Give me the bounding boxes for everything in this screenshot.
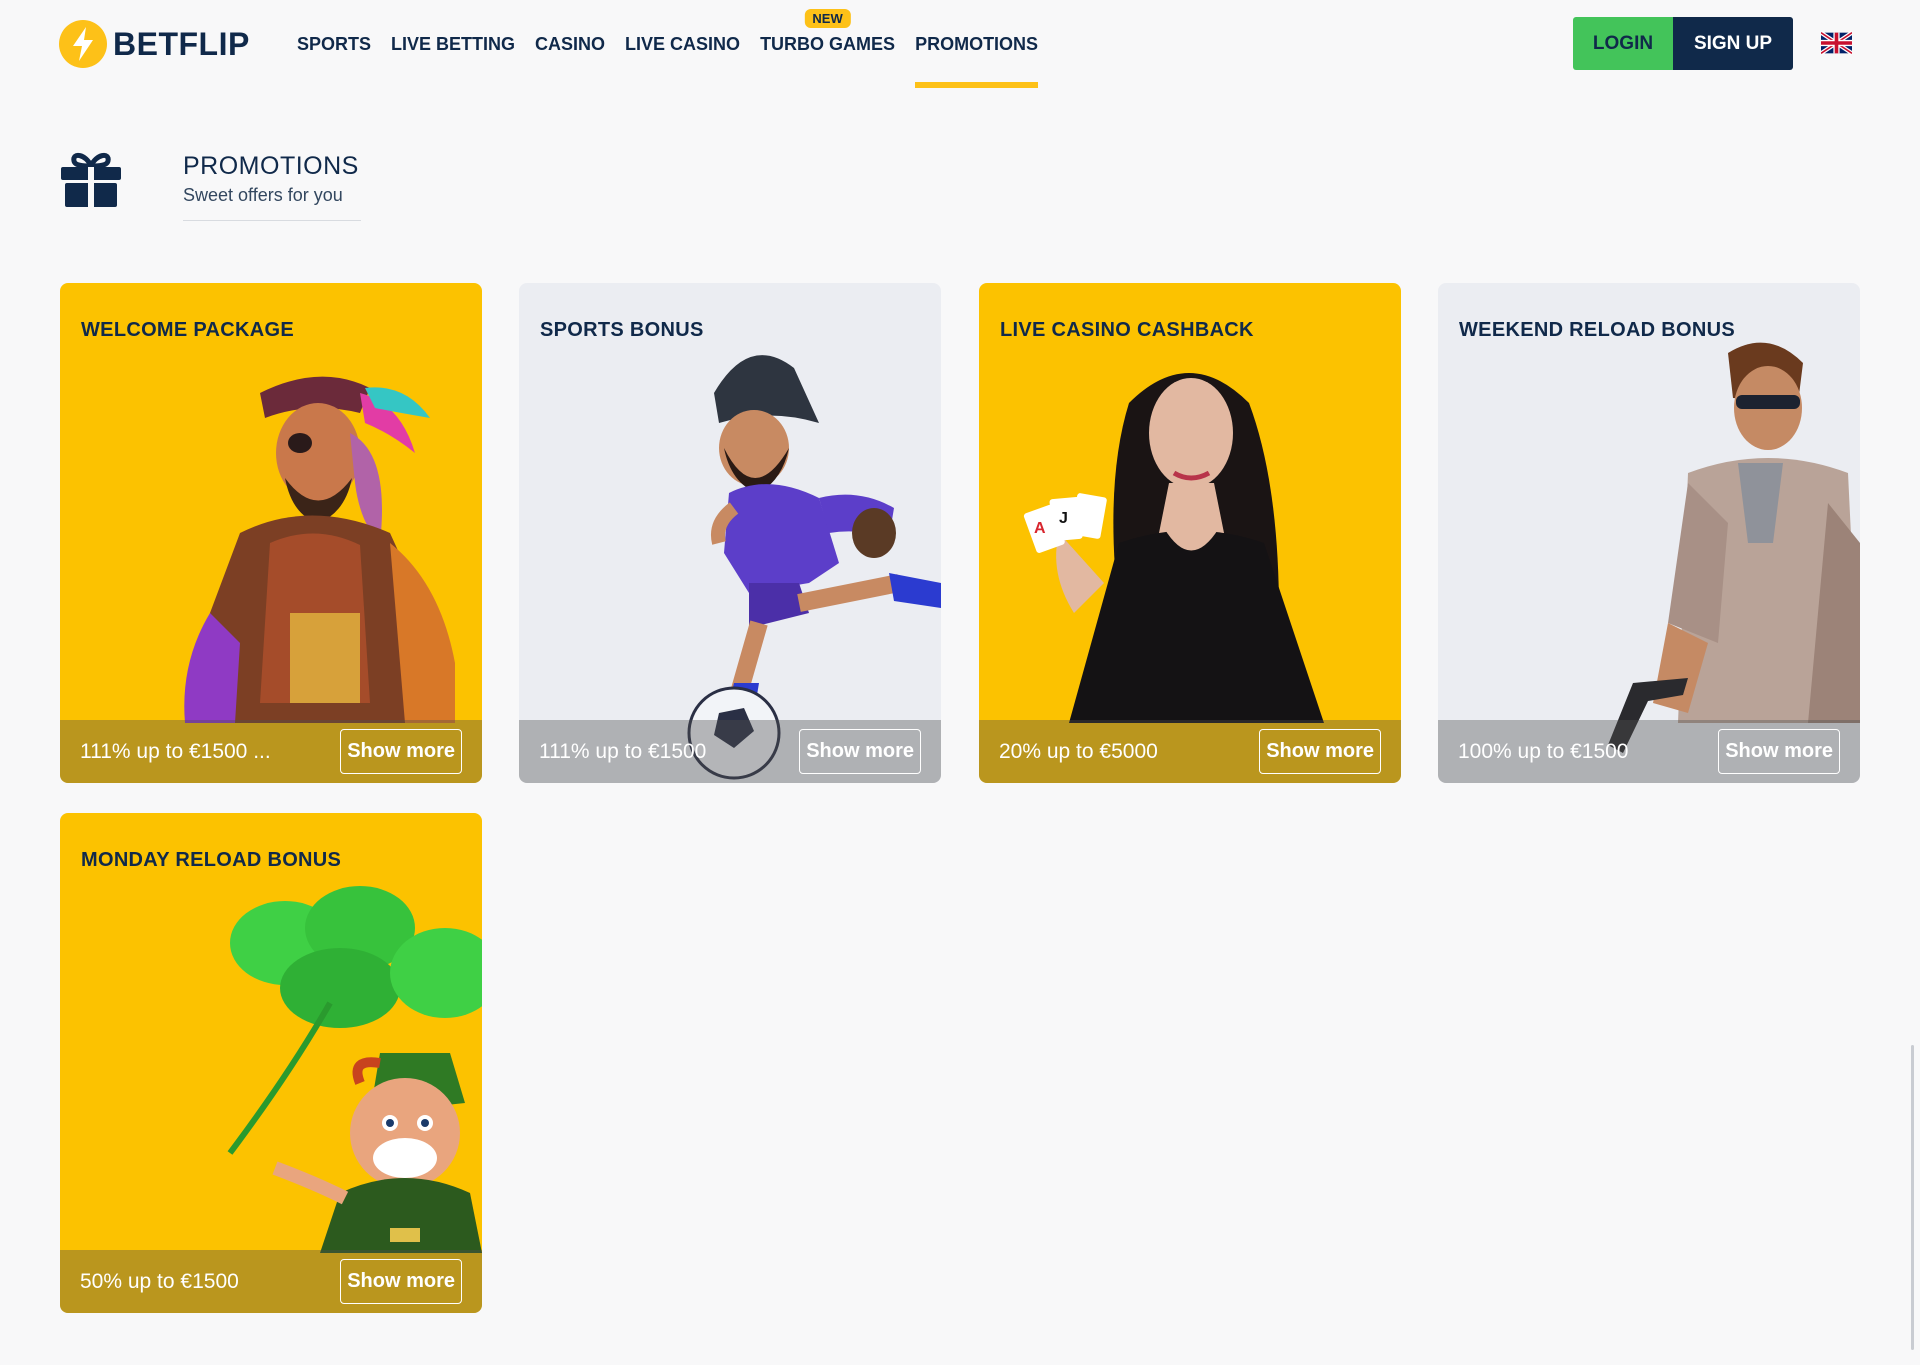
nav-label: LIVE BETTING [391, 33, 516, 54]
promo-card-live-casino-cashback[interactable]: LIVE CASINO CASHBACK A J 20% up to €5000… [979, 283, 1401, 783]
page-title: PROMOTIONS [183, 152, 359, 180]
promo-offer: 20% up to €5000 [999, 739, 1158, 763]
promo-footer: 100% up to €1500 Show more [1438, 720, 1860, 783]
promo-footer: 111% up to €1500 ... Show more [60, 720, 482, 783]
new-badge: NEW [804, 9, 851, 28]
show-more-button[interactable]: Show more [1718, 729, 1840, 774]
promo-card-weekend-reload-bonus[interactable]: WEEKEND RELOAD BONUS 100% up to €1500 Sh… [1438, 283, 1860, 783]
login-button[interactable]: LOGIN [1573, 17, 1673, 70]
promo-card-sports-bonus[interactable]: SPORTS BONUS 111% up to €1500 Show more [519, 283, 941, 783]
promo-title: LIVE CASINO CASHBACK [1000, 319, 1254, 341]
brand-name: BETFLIP [113, 25, 250, 62]
promo-offer: 100% up to €1500 [1458, 739, 1629, 763]
nav-live-casino[interactable]: LIVE CASINO [625, 0, 740, 88]
promo-footer: 50% up to €1500 Show more [60, 1250, 482, 1313]
auth-buttons: LOGIN SIGN UP [1573, 17, 1793, 70]
svg-text:J: J [1059, 510, 1068, 527]
promo-title: WEEKEND RELOAD BONUS [1459, 319, 1736, 341]
show-more-button[interactable]: Show more [799, 729, 921, 774]
nav-turbo-games[interactable]: NEW TURBO GAMES [760, 0, 895, 88]
nav-promotions[interactable]: PROMOTIONS [915, 0, 1039, 88]
page-scrollbar[interactable] [1911, 1045, 1914, 1350]
site-header: BETFLIP SPORTS LIVE BETTING CASINO LIVE … [0, 0, 1920, 88]
page-subtitle: Sweet offers for you [183, 185, 343, 205]
nav-label: TURBO GAMES [760, 33, 896, 54]
promo-card-welcome-package[interactable]: WELCOME PACKAGE 111% up to €1500 ... Sho… [60, 283, 482, 783]
promo-footer: 111% up to €1500 Show more [519, 720, 941, 783]
show-more-button[interactable]: Show more [1259, 729, 1381, 774]
leprechaun-with-clover-image [227, 886, 482, 1253]
nav-live-betting[interactable]: LIVE BETTING [391, 0, 515, 88]
show-more-button[interactable]: Show more [340, 1259, 462, 1304]
football-player-image [687, 355, 941, 780]
nav-sports[interactable]: SPORTS [297, 0, 371, 88]
betflip-logo[interactable]: BETFLIP [59, 20, 250, 68]
signup-button[interactable]: SIGN UP [1673, 17, 1793, 70]
promo-footer: 20% up to €5000 Show more [979, 720, 1401, 783]
show-more-button[interactable]: Show more [340, 729, 462, 774]
promo-card-monday-reload-bonus[interactable]: MONDAY RELOAD BONUS 50% up to €1500 Show… [60, 813, 482, 1313]
pirate-character-image [184, 376, 455, 723]
promo-offer: 111% up to €1500 [539, 739, 707, 763]
nav-label: LIVE CASINO [625, 33, 741, 54]
svg-text:A: A [1034, 520, 1046, 537]
promo-offer: 111% up to €1500 ... [80, 739, 271, 763]
nav-label: CASINO [535, 33, 606, 54]
dealer-with-cards-image: A J [1023, 373, 1324, 723]
promo-title: WELCOME PACKAGE [81, 319, 295, 341]
gift-icon [60, 150, 122, 208]
agent-with-gun-image [1608, 342, 1860, 753]
page-heading: PROMOTIONS Sweet offers for you [183, 150, 361, 221]
nav-label: SPORTS [297, 33, 372, 54]
uk-flag-icon[interactable] [1819, 30, 1854, 56]
nav-label: PROMOTIONS [915, 33, 1039, 54]
promo-title: SPORTS BONUS [540, 319, 704, 341]
nav-casino[interactable]: CASINO [535, 0, 605, 88]
promo-title: MONDAY RELOAD BONUS [81, 849, 342, 871]
main-nav: SPORTS LIVE BETTING CASINO LIVE CASINO N… [297, 0, 1058, 88]
lightning-icon [59, 20, 107, 68]
promo-offer: 50% up to €1500 [80, 1269, 239, 1293]
